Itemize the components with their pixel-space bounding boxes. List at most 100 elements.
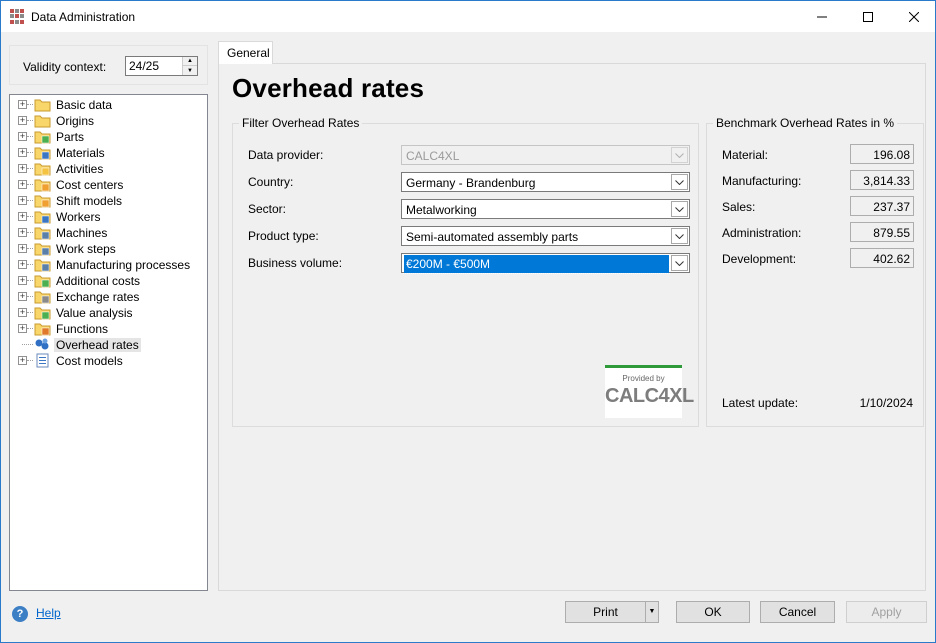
tree-item-label: Exchange rates xyxy=(56,290,140,304)
shift-models-folder-icon xyxy=(34,193,51,208)
sector-label: Sector: xyxy=(248,202,287,216)
apply-button[interactable]: Apply xyxy=(846,601,927,623)
tree-connector xyxy=(27,312,33,313)
expand-icon[interactable]: + xyxy=(18,180,27,189)
overhead-rates-icon xyxy=(34,337,51,352)
tree-item-manufacturing-processes[interactable]: + Manufacturing processes xyxy=(10,257,207,273)
page-title: Overhead rates xyxy=(232,73,425,103)
data-provider-combobox: CALC4XL xyxy=(401,145,690,165)
expand-icon[interactable]: + xyxy=(18,356,27,365)
tree-connector xyxy=(27,232,33,233)
spin-up-icon[interactable]: ▲ xyxy=(183,57,197,66)
tree-item-label: Manufacturing processes xyxy=(56,258,191,272)
tree-item-value-analysis[interactable]: + Value analysis xyxy=(10,305,207,321)
expand-icon[interactable]: + xyxy=(18,212,27,221)
tree-item-overhead-rates[interactable]: Overhead rates xyxy=(10,337,207,353)
expand-icon[interactable]: + xyxy=(18,308,27,317)
tree-item-cost-models[interactable]: + Cost models xyxy=(10,353,207,369)
spin-down-icon[interactable]: ▼ xyxy=(183,66,197,75)
exchange-rates-folder-icon xyxy=(34,289,51,304)
functions-folder-icon xyxy=(34,321,51,336)
cancel-button[interactable]: Cancel xyxy=(760,601,835,623)
tree-item-cost-centers[interactable]: + Cost centers xyxy=(10,177,207,193)
maximize-button[interactable] xyxy=(845,1,891,32)
tree-connector xyxy=(27,360,33,361)
sector-value: Metalworking xyxy=(406,203,477,217)
validity-context-panel: Validity context: 24/25 ▲ ▼ xyxy=(9,45,208,85)
expand-icon[interactable]: + xyxy=(18,164,27,173)
logo-brand: CALC4XL xyxy=(605,385,694,407)
cost-centers-folder-icon xyxy=(34,177,51,192)
expand-icon[interactable]: + xyxy=(18,196,27,205)
expand-icon[interactable]: + xyxy=(18,292,27,301)
tree-item-materials[interactable]: + Materials xyxy=(10,145,207,161)
validity-context-value[interactable]: 24/25 xyxy=(129,59,159,73)
work-steps-folder-icon xyxy=(34,241,51,256)
sector-combobox[interactable]: Metalworking xyxy=(401,199,690,219)
title-bar[interactable]: Data Administration xyxy=(1,1,935,32)
minimize-button[interactable] xyxy=(799,1,845,32)
spinner-buttons: ▲ ▼ xyxy=(182,57,197,75)
print-dropdown-button[interactable]: ▼ xyxy=(645,601,659,623)
expand-icon[interactable]: + xyxy=(18,260,27,269)
chevron-down-icon[interactable] xyxy=(671,255,688,271)
chevron-down-icon[interactable] xyxy=(671,228,688,244)
chevron-down-icon: ▼ xyxy=(648,608,656,615)
app-grid-icon xyxy=(10,9,25,24)
tree-item-label: Activities xyxy=(56,162,104,176)
tree-item-origins[interactable]: + Origins xyxy=(10,113,207,129)
expand-icon[interactable]: + xyxy=(18,116,27,125)
expand-icon[interactable]: + xyxy=(18,100,27,109)
expand-icon[interactable]: + xyxy=(18,228,27,237)
help-link[interactable]: Help xyxy=(36,606,61,620)
expand-icon[interactable]: + xyxy=(18,324,27,333)
tree-item-label: Value analysis xyxy=(56,306,133,320)
tree-connector xyxy=(27,280,33,281)
ok-button[interactable]: OK xyxy=(676,601,750,623)
filter-group-title: Filter Overhead Rates xyxy=(239,116,363,130)
tab-content-general: Overhead rates Filter Overhead Rates Dat… xyxy=(218,63,926,591)
tree-item-workers[interactable]: + Workers xyxy=(10,209,207,225)
tree-connector xyxy=(27,136,33,137)
tree-item-exchange-rates[interactable]: + Exchange rates xyxy=(10,289,207,305)
manufacturing-label: Manufacturing: xyxy=(722,174,802,188)
business-volume-label: Business volume: xyxy=(248,256,343,270)
tree-connector xyxy=(27,328,33,329)
tree-item-basic-data[interactable]: + Basic data xyxy=(10,97,207,113)
country-value: Germany - Brandenburg xyxy=(406,176,536,190)
tree-connector xyxy=(27,104,33,105)
country-label: Country: xyxy=(248,175,294,189)
expand-icon[interactable]: + xyxy=(18,132,27,141)
tree-item-additional-costs[interactable]: + Additional costs xyxy=(10,273,207,289)
tree-item-work-steps[interactable]: + Work steps xyxy=(10,241,207,257)
close-button[interactable] xyxy=(891,1,936,32)
business-volume-combobox[interactable]: €200M - €500M xyxy=(401,253,690,274)
tree-item-parts[interactable]: + Parts xyxy=(10,129,207,145)
manufacturing-value: 3,814.33 xyxy=(850,170,914,190)
print-button[interactable]: Print xyxy=(565,601,646,623)
expand-icon[interactable]: + xyxy=(18,276,27,285)
help-icon[interactable]: ? xyxy=(12,606,28,622)
maximize-icon xyxy=(863,11,873,22)
product-type-label: Product type: xyxy=(248,229,319,243)
tree-item-machines[interactable]: + Machines xyxy=(10,225,207,241)
tree-connector xyxy=(27,264,33,265)
latest-update-label: Latest update: xyxy=(722,396,799,410)
chevron-down-icon[interactable] xyxy=(671,174,688,190)
tree-item-label: Parts xyxy=(56,130,85,144)
chevron-down-icon[interactable] xyxy=(671,201,688,217)
close-icon xyxy=(909,11,919,22)
product-type-combobox[interactable]: Semi-automated assembly parts xyxy=(401,226,690,246)
validity-context-spinner[interactable]: 24/25 ▲ ▼ xyxy=(125,56,198,76)
expand-icon[interactable]: + xyxy=(18,148,27,157)
country-combobox[interactable]: Germany - Brandenburg xyxy=(401,172,690,192)
cost-models-icon xyxy=(34,353,51,368)
tree-item-shift-models[interactable]: + Shift models xyxy=(10,193,207,209)
tree-item-activities[interactable]: + Activities xyxy=(10,161,207,177)
expand-icon[interactable]: + xyxy=(18,244,27,253)
data-administration-window: Data Administration Validity context: 24… xyxy=(0,0,936,643)
folder-icon xyxy=(34,97,51,112)
tree-item-functions[interactable]: + Functions xyxy=(10,321,207,337)
tab-general[interactable]: General xyxy=(218,41,273,64)
navigation-tree[interactable]: + Basic data + Origins + Parts + Materials + Acti… xyxy=(9,94,208,591)
